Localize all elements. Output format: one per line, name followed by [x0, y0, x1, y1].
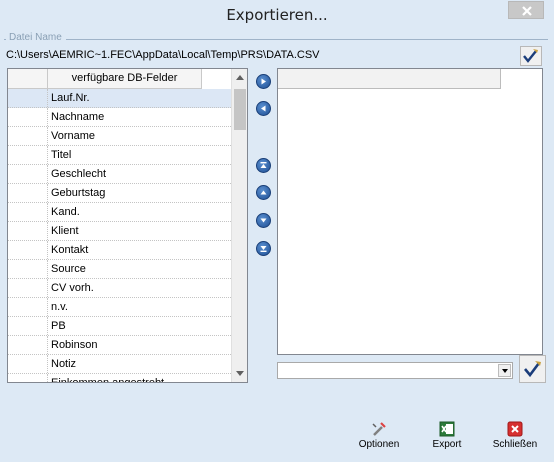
list-item[interactable]: Einkommen angestrebt [8, 374, 231, 383]
list-item-label: PB [51, 320, 66, 332]
excel-export-icon [439, 421, 455, 437]
row-gutter [8, 279, 48, 297]
row-gutter [8, 317, 48, 335]
close-label: Schließen [492, 439, 538, 450]
scroll-down-icon[interactable] [236, 371, 244, 376]
close-icon [522, 6, 532, 16]
row-gutter [8, 108, 48, 126]
export-label: Export [432, 439, 462, 450]
list-item[interactable]: Geschlecht [8, 165, 231, 184]
apply-format-button[interactable] [519, 355, 546, 383]
list-item[interactable]: CV vorh. [8, 279, 231, 298]
close-icon [507, 421, 523, 437]
vertical-scrollbar[interactable] [231, 69, 247, 382]
export-button[interactable]: Export [425, 418, 469, 454]
list-item-label: Geschlecht [51, 168, 107, 180]
list-header-gutter [8, 69, 48, 89]
selected-fields-list[interactable] [277, 68, 543, 355]
list-item[interactable]: Geburtstag [8, 184, 231, 203]
options-button[interactable]: Optionen [352, 418, 406, 454]
move-up-button[interactable] [256, 185, 271, 200]
wrench-icon [372, 422, 386, 436]
checkmark-pencil-icon [523, 49, 538, 63]
group-border [66, 39, 548, 40]
arrow-bottom-icon [260, 246, 267, 252]
list-item-label: Einkommen angestrebt [51, 377, 165, 383]
list-item[interactable]: Klient [8, 222, 231, 241]
list-item-label: Titel [51, 149, 72, 161]
row-gutter [8, 374, 48, 382]
row-gutter [8, 203, 48, 221]
arrow-down-icon [260, 218, 267, 223]
checkmark-pencil-icon [524, 361, 541, 378]
row-gutter [8, 336, 48, 354]
list-item-label: Geburtstag [51, 187, 106, 199]
row-gutter [8, 222, 48, 240]
list-item[interactable]: n.v. [8, 298, 231, 317]
row-gutter [8, 127, 48, 145]
list-item[interactable]: Titel [8, 146, 231, 165]
list-item[interactable]: Lauf.Nr. [8, 89, 231, 108]
list-item[interactable]: Notiz [8, 355, 231, 374]
list-item-label: Source [51, 263, 86, 275]
list-item-label: Robinson [51, 339, 98, 351]
list-item-label: Kand. [51, 206, 80, 218]
arrow-left-icon [261, 105, 266, 112]
move-left-button[interactable] [256, 101, 271, 116]
selected-fields-header[interactable] [278, 69, 501, 89]
list-item[interactable]: Robinson [8, 336, 231, 355]
row-gutter [8, 146, 48, 164]
chevron-down-icon[interactable] [498, 364, 511, 377]
list-item-label: Kontakt [51, 244, 89, 256]
scrollbar-thumb[interactable] [234, 89, 246, 130]
row-gutter [8, 260, 48, 278]
move-top-button[interactable] [256, 158, 271, 173]
available-fields-list[interactable]: verfügbare DB-Felder Lauf.Nr. Nachname Vor… [7, 68, 248, 383]
available-fields-header[interactable]: verfügbare DB-Felder [48, 69, 202, 89]
title-bar: Exportieren... [0, 0, 554, 28]
list-item[interactable]: Vorname [8, 127, 231, 146]
list-item[interactable]: Nachname [8, 108, 231, 127]
available-fields-rows: Lauf.Nr. Nachname Vorname Titel Geschlecht Ge… [8, 89, 231, 383]
list-item[interactable]: Kontakt [8, 241, 231, 260]
format-combobox[interactable] [277, 362, 513, 379]
row-gutter [8, 184, 48, 202]
row-gutter [8, 89, 48, 107]
browse-path-button[interactable] [520, 46, 542, 66]
list-item-label: Klient [51, 225, 79, 237]
file-name-legend: Datei Name [6, 32, 65, 43]
file-path: C:\Users\AEMRIC~1.FEC\AppData\Local\Temp… [6, 49, 320, 61]
row-gutter [8, 165, 48, 183]
list-item-label: n.v. [51, 301, 68, 313]
window-title: Exportieren... [226, 6, 328, 24]
arrow-right-icon [261, 78, 266, 85]
row-gutter [8, 241, 48, 259]
list-item-label: Vorname [51, 130, 96, 142]
close-window-button[interactable] [508, 1, 544, 19]
row-gutter [8, 355, 48, 373]
options-label: Optionen [358, 439, 400, 450]
arrow-top-icon [260, 162, 267, 168]
scroll-up-icon[interactable] [236, 75, 244, 80]
move-right-button[interactable] [256, 74, 271, 89]
row-gutter [8, 298, 48, 316]
list-item[interactable]: Source [8, 260, 231, 279]
list-item-label: Nachname [51, 111, 105, 123]
move-bottom-button[interactable] [256, 241, 271, 256]
close-button[interactable]: Schließen [486, 418, 544, 454]
list-item[interactable]: Kand. [8, 203, 231, 222]
move-down-button[interactable] [256, 213, 271, 228]
list-item[interactable]: PB [8, 317, 231, 336]
list-item-label: Lauf.Nr. [51, 92, 90, 104]
list-item-label: Notiz [51, 358, 77, 370]
list-item-label: CV vorh. [51, 282, 94, 294]
arrow-up-icon [260, 190, 267, 195]
